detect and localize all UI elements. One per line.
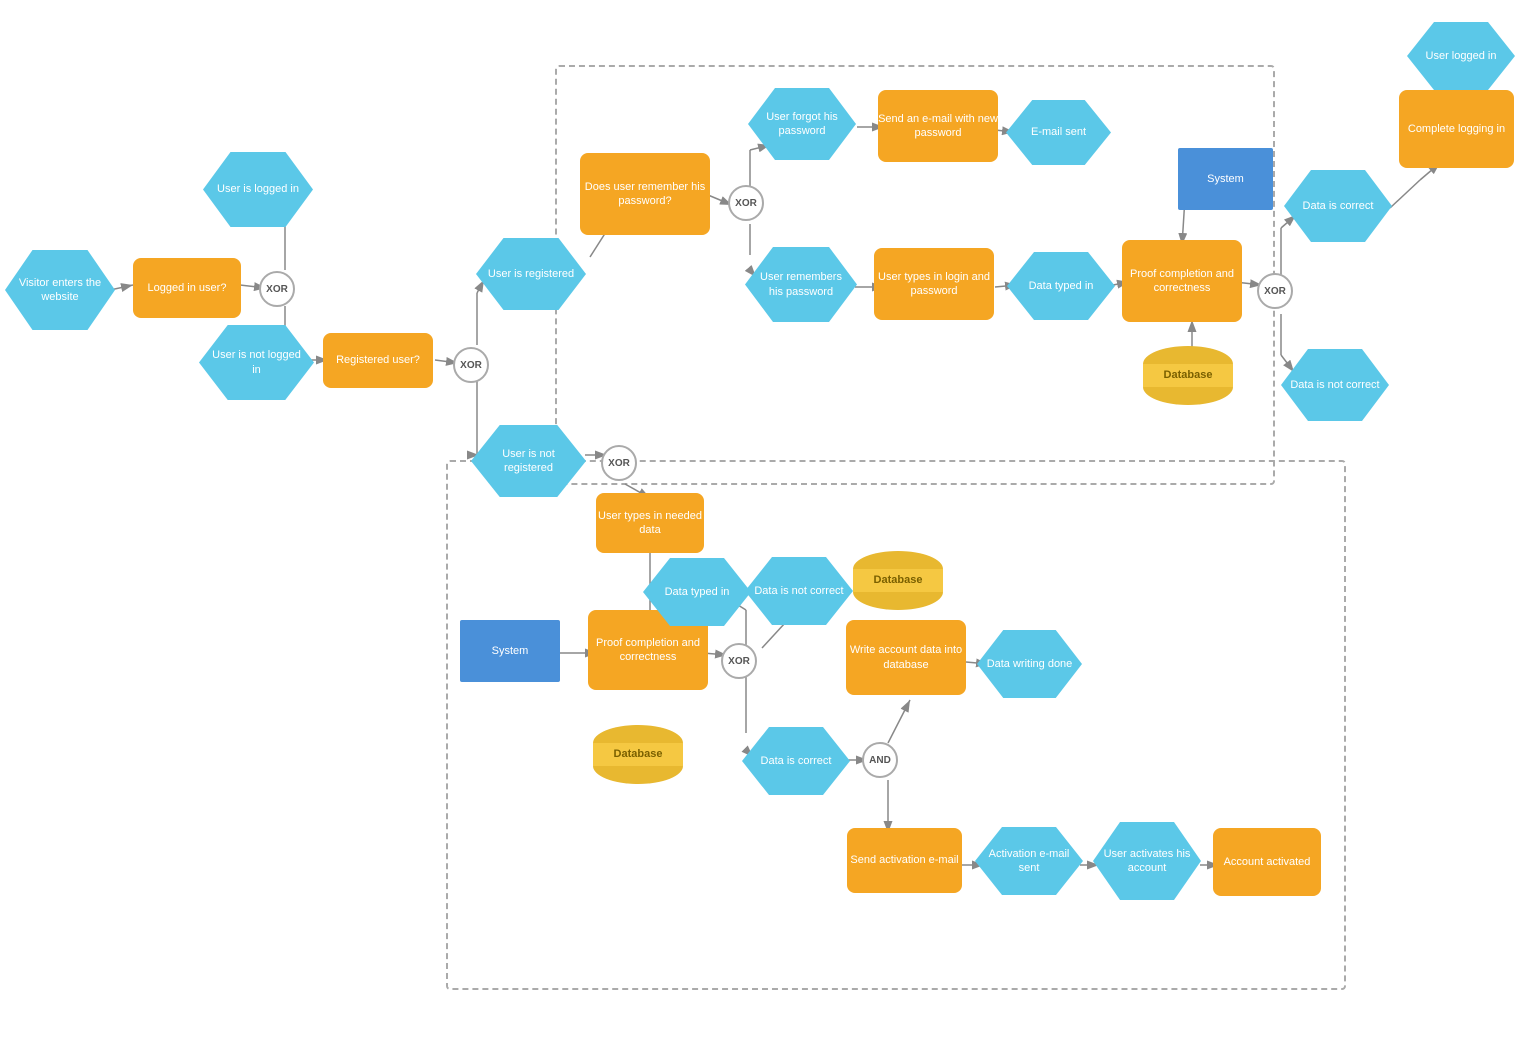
send-email-new-node: Send an e-mail with new password [878,90,998,162]
activation-sent-label: Activation e-mail sent [975,827,1083,895]
email-sent-label: E-mail sent [1006,100,1111,165]
user-logged-in-label: User is logged in [203,152,313,227]
proof1-label: Proof completion and correctness [588,636,708,665]
database1-node: Database [848,538,948,623]
visitor-enters-label: Visitor enters the website [5,250,115,330]
user-registered-label: User is registered [476,238,586,310]
database1b-label: Database [593,743,683,765]
user-not-logged-in-node: User is not logged in [199,325,314,400]
complete-logging-label: Complete logging in [1408,122,1505,136]
data-typed-in1-node: Data typed in [643,558,751,626]
diagram-canvas: Visitor enters the website Logged in use… [0,0,1537,1046]
cyl2-top [1143,346,1233,364]
cyl1-top [853,551,943,569]
send-activation-label: Send activation e-mail [850,853,958,867]
proof2-node: Proof completion and correctness [1122,240,1242,322]
data-correct1-label: Data is correct [742,727,850,795]
user-registered-node: User is registered [476,238,586,310]
cyl2-bottom [1143,387,1233,405]
user-forgot-label: User forgot his password [748,88,856,160]
registered-user-label: Registered user? [336,353,420,367]
send-activation-node: Send activation e-mail [847,828,962,893]
cyl1b-bottom [593,766,683,784]
data-typed-in2-label: Data typed in [1007,252,1115,320]
data-not-correct1-label: Data is not correct [745,557,853,625]
logged-in-user-label: Logged in user? [148,281,227,295]
cyl1-bottom [853,592,943,610]
registered-user-node: Registered user? [323,333,433,388]
xor2-label: XOR [453,347,489,383]
data-writing-done-label: Data writing done [977,630,1082,698]
complete-logging-node: Complete logging in [1399,90,1514,168]
system1-node: System [460,620,560,682]
xor2-node: XOR [453,347,489,383]
activation-sent-node: Activation e-mail sent [975,827,1083,895]
xor1-label: XOR [259,271,295,307]
database1-label: Database [853,569,943,591]
data-correct2-node: Data is correct [1284,170,1392,242]
system2-label: System [1207,172,1244,186]
database1b-node: Database [588,712,688,797]
user-activates-label: User activates his account [1093,822,1201,900]
xor1-node: XOR [259,271,295,307]
write-account-node: Write account data into database [846,620,966,695]
and1-label: AND [862,742,898,778]
data-correct1-node: Data is correct [742,727,850,795]
user-logged-in-label: User logged in [1407,22,1515,90]
does-user-remember-node: Does user remember his password? [580,153,710,235]
data-not-correct2-node: Data is not correct [1281,349,1389,421]
email-sent-node: E-mail sent [1006,100,1111,165]
does-user-remember-label: Does user remember his password? [580,180,710,209]
user-activates-node: User activates his account [1093,822,1201,900]
xor4-label: XOR [721,643,757,679]
user-types-login-label: User types in login and password [874,270,994,299]
logged-in-user-node: Logged in user? [133,258,241,318]
database2-node: Database [1138,333,1238,418]
user-types-login-node: User types in login and password [874,248,994,320]
cyl1b-top [593,725,683,743]
user-not-registered-node: User is not registered [471,425,586,497]
account-activated-label: Account activated [1224,855,1311,869]
xor4-node: XOR [721,643,757,679]
xor6-label: XOR [1257,273,1293,309]
write-account-label: Write account data into database [846,643,966,672]
user-remembers-label: User remembers his password [745,247,857,322]
user-logged-in-node: User is logged in [203,152,313,227]
user-logged-in-node: User logged in [1407,22,1515,90]
visitor-enters-node: Visitor enters the website [5,250,115,330]
account-activated-node: Account activated [1213,828,1321,896]
xor3-node: XOR [601,445,637,481]
proof2-label: Proof completion and correctness [1122,267,1242,296]
database2-label: Database [1143,364,1233,386]
user-forgot-node: User forgot his password [748,88,856,160]
data-correct2-label: Data is correct [1284,170,1392,242]
data-writing-done-node: Data writing done [977,630,1082,698]
data-typed-in1-label: Data typed in [643,558,751,626]
system2-node: System [1178,148,1273,210]
system1-label: System [492,644,529,658]
data-not-correct2-label: Data is not correct [1281,349,1389,421]
data-not-correct1-node: Data is not correct [745,557,853,625]
data-typed-in2-node: Data typed in [1007,252,1115,320]
xor5-node: XOR [728,185,764,221]
user-remembers-node: User remembers his password [745,247,857,322]
user-not-registered-label: User is not registered [471,425,586,497]
user-types-needed-label: User types in needed data [596,509,704,538]
xor5-label: XOR [728,185,764,221]
user-not-logged-in-label: User is not logged in [199,325,314,400]
and1-node: AND [862,742,898,778]
user-types-needed-node: User types in needed data [596,493,704,553]
send-email-new-label: Send an e-mail with new password [878,112,998,141]
xor3-label: XOR [601,445,637,481]
xor6-node: XOR [1257,273,1293,309]
